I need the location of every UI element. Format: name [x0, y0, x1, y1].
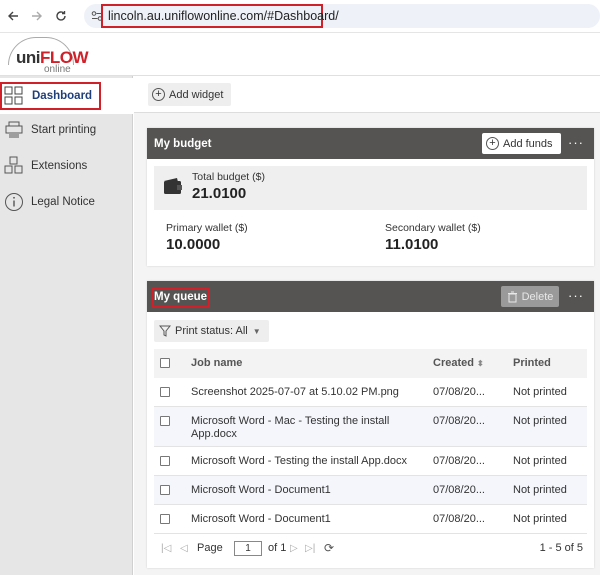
chevron-down-icon: ▼ [252, 326, 261, 336]
browser-toolbar: lincoln.au.uniflowonline.com/#Dashboard/ [0, 0, 600, 32]
secondary-wallet-value: 11.0100 [385, 236, 439, 253]
forward-button[interactable] [26, 5, 48, 27]
sort-icon: ⬍ [477, 359, 484, 368]
queue-table-header: Job name Created ⬍ Printed [154, 349, 587, 378]
delete-button[interactable]: Delete [501, 286, 559, 307]
back-button[interactable] [2, 5, 24, 27]
row-checkbox[interactable] [160, 416, 170, 426]
prev-page-icon[interactable]: ◁ [180, 543, 188, 554]
row-checkbox[interactable] [160, 456, 170, 466]
printer-icon [3, 119, 25, 141]
table-row[interactable]: Screenshot 2025-07-07 at 5.10.02 PM.png … [154, 378, 587, 407]
total-budget-value: 21.0100 [192, 185, 247, 202]
uniflow-logo[interactable]: uniFLOW online [8, 37, 89, 75]
sidebar-item-label: Extensions [31, 160, 88, 172]
add-funds-button[interactable]: + Add funds [482, 133, 561, 154]
table-row[interactable]: Microsoft Word - Document1 07/08/20... N… [154, 476, 587, 505]
queue-more-menu[interactable]: ··· [568, 288, 584, 303]
budget-widget: My budget + Add funds ··· Total budget (… [147, 128, 594, 266]
dashboard-toolbar: + Add widget [134, 76, 600, 113]
row-checkbox[interactable] [160, 485, 170, 495]
last-page-icon[interactable]: ▷| [305, 543, 315, 554]
total-budget-panel: Total budget ($) 21.0100 [154, 166, 587, 210]
column-job-name[interactable]: Job name [191, 357, 242, 369]
budget-more-menu[interactable]: ··· [568, 135, 584, 150]
page-label: Page [197, 542, 223, 554]
trash-icon [507, 291, 517, 302]
print-status-filter[interactable]: Print status: All ▼ [154, 320, 269, 342]
next-page-icon[interactable]: ▷ [290, 543, 298, 554]
table-row[interactable]: Microsoft Word - Document1 07/08/20... N… [154, 505, 587, 534]
budget-header: My budget + Add funds ··· [147, 128, 594, 159]
sidebar-item-legal-notice[interactable]: Legal Notice [0, 184, 133, 220]
sidebar-item-dashboard[interactable]: Dashboard [0, 78, 133, 114]
info-icon [3, 191, 25, 213]
pagination: |◁ ◁ Page 1 of 1 ▷ ▷| ⟳ 1 - 5 of 5 [154, 538, 587, 562]
main-content: + Add widget My budget + Add funds ··· T… [134, 76, 600, 575]
reload-icon [56, 11, 66, 21]
arrow-right-icon [32, 11, 42, 21]
address-bar[interactable]: lincoln.au.uniflowonline.com/#Dashboard/ [84, 4, 600, 28]
sidebar-item-label: Legal Notice [31, 196, 95, 208]
queue-title-highlight-box [152, 288, 210, 308]
budget-title: My budget [154, 137, 212, 150]
queue-header: My queue Delete ··· [147, 281, 594, 312]
plus-circle-icon: + [152, 88, 165, 101]
reload-button[interactable] [50, 5, 72, 27]
wallet-icon [164, 178, 182, 194]
primary-wallet-label: Primary wallet ($) [166, 222, 248, 234]
sidebar-item-extensions[interactable]: Extensions [0, 148, 133, 184]
dashboard-grid-icon [3, 85, 25, 107]
secondary-wallet-label: Secondary wallet ($) [385, 222, 481, 234]
select-all-checkbox[interactable] [160, 358, 170, 368]
plus-circle-icon: + [486, 137, 499, 150]
page-of-label: of 1 [268, 542, 287, 554]
page-range: 1 - 5 of 5 [539, 542, 583, 554]
queue-widget: My queue Delete ··· Print status: All ▼ … [147, 281, 594, 568]
app-header: uniFLOW online [0, 32, 600, 76]
refresh-icon[interactable]: ⟳ [324, 541, 334, 555]
cubes-icon [3, 155, 25, 177]
first-page-icon[interactable]: |◁ [161, 543, 171, 554]
primary-wallet-value: 10.0000 [166, 236, 221, 253]
add-widget-button[interactable]: + Add widget [148, 83, 232, 106]
row-checkbox[interactable] [160, 514, 170, 524]
url-text[interactable]: lincoln.au.uniflowonline.com/#Dashboard/ [101, 4, 339, 28]
filter-icon [159, 325, 171, 337]
sidebar: Dashboard Start printing Extensions Lega… [0, 76, 133, 575]
sidebar-item-label: Dashboard [32, 90, 93, 102]
table-row[interactable]: Microsoft Word - Testing the install App… [154, 447, 587, 476]
sidebar-item-start-printing[interactable]: Start printing [0, 112, 133, 148]
row-checkbox[interactable] [160, 387, 170, 397]
arrow-left-icon [8, 11, 18, 21]
column-created[interactable]: Created ⬍ [433, 357, 484, 369]
column-printed[interactable]: Printed [513, 357, 551, 369]
page-number-input[interactable]: 1 [234, 541, 262, 556]
table-row[interactable]: Microsoft Word - Mac - Testing the insta… [154, 407, 587, 447]
total-budget-label: Total budget ($) [192, 171, 265, 183]
sidebar-item-label: Start printing [31, 124, 97, 136]
